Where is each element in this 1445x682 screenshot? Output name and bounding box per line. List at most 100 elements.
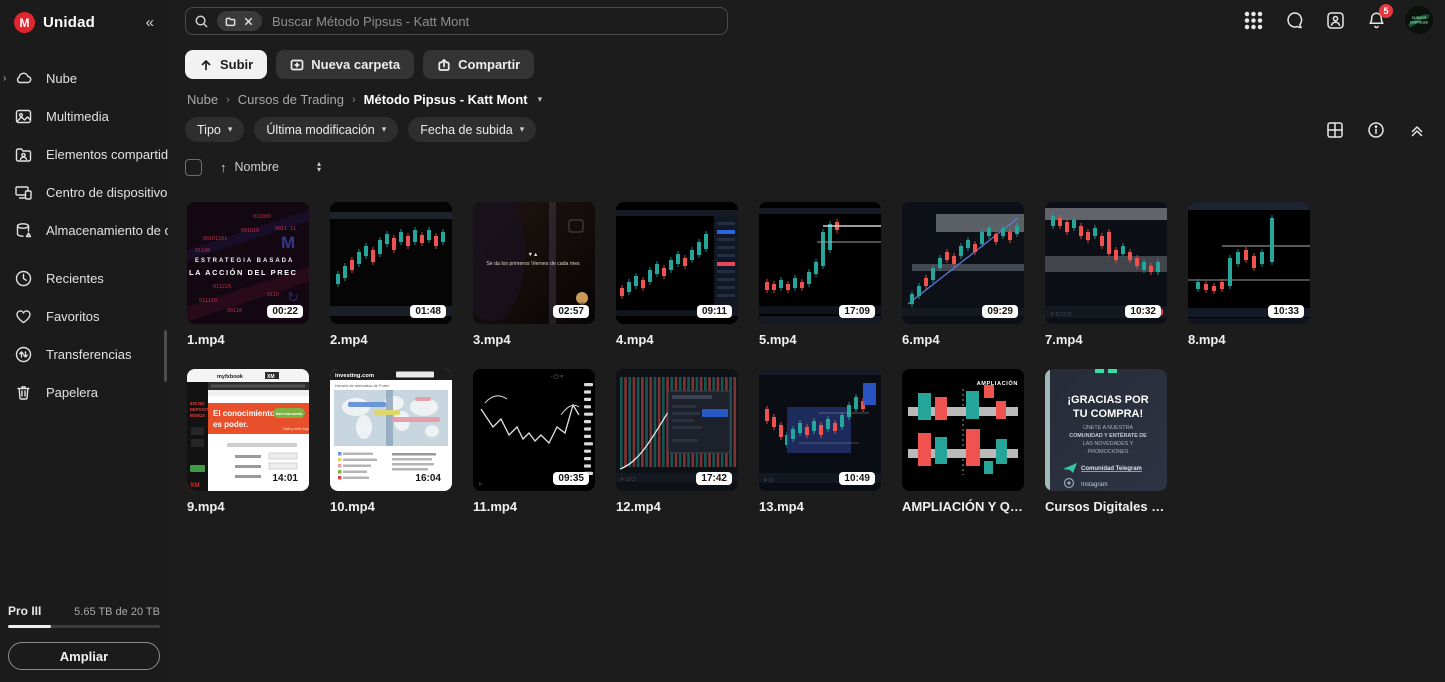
file-thumbnail[interactable]: - ▢ × ▷09:35 [473,369,595,491]
file-card[interactable]: ▼▲ Se da los primeros Viernes de cada me… [473,202,595,347]
sidebar-item-papelera[interactable]: Papelera [0,373,168,411]
file-thumbnail[interactable]: ▷ ▢ ▢ ▢10:32 [1045,202,1167,324]
file-thumbnail[interactable]: myfxbook XM $30 NO DEPOSIT BONUS XM El c… [187,369,309,491]
storage-progress-bar [8,625,160,628]
search-icon [194,14,209,29]
breadcrumb-cursos-de-trading[interactable]: Cursos de Trading [238,92,344,107]
file-card[interactable]: AMPLIACIÓN AMPLIACIÓN Y QUI... [902,369,1024,514]
file-name-label[interactable]: AMPLIACIÓN Y QUI... [902,499,1024,514]
search-scope-chip[interactable] [217,11,262,31]
search-bar[interactable]: Buscar Método Pipsus - Katt Mont [185,7,728,35]
sidebar-item-almacenamiento-objetos[interactable]: Almacenamiento de obj [0,211,168,249]
file-name-label[interactable]: 1.mp4 [187,332,309,347]
file-card[interactable]: 01:48 2.mp4 [330,202,452,347]
file-card[interactable]: 0110000011 11001011010010100110001122001… [187,202,309,347]
duration-badge: 17:09 [839,305,875,318]
sort-by-name[interactable]: Nombre [235,160,279,174]
file-name-label[interactable]: 10.mp4 [330,499,452,514]
sidebar-item-transferencias[interactable]: Transferencias [0,335,168,373]
media-icon [14,107,33,126]
file-card[interactable]: ▷ ▢ ▢ ▢10:32 7.mp4 [1045,202,1167,347]
file-thumbnail[interactable]: ¡GRACIAS POR TU COMPRA! ÚNETE A NUESTRA … [1045,369,1167,491]
filter-upload-date-chip[interactable]: Fecha de subida ▾ [408,117,536,142]
file-card[interactable]: 17:09 5.mp4 [759,202,881,347]
file-thumbnail[interactable]: 09:11 [616,202,738,324]
sidebar-item-recientes[interactable]: Recientes [0,259,168,297]
file-name-label[interactable]: 13.mp4 [759,499,881,514]
file-card[interactable]: ▷ ▢ ▢17:42 12.mp4 [616,369,738,514]
table-view-icon[interactable] [1323,118,1347,142]
select-all-checkbox[interactable] [185,159,202,176]
file-name-label[interactable]: Cursos Digitales 70... [1045,499,1167,514]
info-icon[interactable] [1364,118,1388,142]
chevron-down-icon: ▾ [228,124,233,135]
notifications-bell-icon[interactable]: 5 [1364,8,1388,32]
file-name-label[interactable]: 6.mp4 [902,332,1024,347]
sidebar-item-nube[interactable]: › Nube [0,59,168,97]
chevron-down-icon[interactable]: ▾ [538,94,543,105]
sidebar-item-centro-dispositivos[interactable]: Centro de dispositivos [0,173,168,211]
sidebar-item-label: Elementos compartidos [46,147,168,162]
file-thumbnail[interactable]: 10:33 [1188,202,1310,324]
file-thumbnail[interactable]: 09:29 [902,202,1024,324]
filter-modified-chip[interactable]: Última modificación ▾ [254,117,398,142]
share-button[interactable]: Compartir [423,50,534,79]
file-name-label[interactable]: 11.mp4 [473,499,595,514]
svg-text:LAS NOVEDADES Y: LAS NOVEDADES Y [1083,441,1134,447]
sidebar-item-multimedia[interactable]: Multimedia [0,97,168,135]
sidebar-scrollbar[interactable] [164,330,167,382]
contacts-icon[interactable] [1323,8,1347,32]
file-thumbnail[interactable]: 01:48 [330,202,452,324]
upgrade-button[interactable]: Ampliar [8,642,160,670]
svg-text:0011 11: 0011 11 [275,226,296,232]
collapse-sidebar-icon[interactable]: « [146,14,156,31]
file-thumbnail[interactable]: 0110000011 11001011010010100110001122001… [187,202,309,324]
chevron-right-icon[interactable]: › [3,73,6,84]
file-name-label[interactable]: 12.mp4 [616,499,738,514]
file-card[interactable]: investing.com Horario de mercados de For… [330,369,452,514]
shared-folder-icon [14,145,33,164]
file-card[interactable]: - ▢ × ▷09:35 11.mp4 [473,369,595,514]
file-thumbnail[interactable]: investing.com Horario de mercados de For… [330,369,452,491]
close-icon[interactable] [243,16,254,27]
user-avatar[interactable]: CURSOSDIGITALES [1405,6,1433,34]
breadcrumb-current-folder[interactable]: Método Pipsus - Katt Mont [364,92,528,107]
svg-text:ÚNETE A NUESTRA: ÚNETE A NUESTRA [1083,424,1133,431]
collapse-up-icon[interactable] [1405,118,1429,142]
file-card[interactable]: 10:33 8.mp4 [1188,202,1310,347]
sidebar-item-elementos-compartidos[interactable]: Elementos compartidos [0,135,168,173]
file-thumbnail[interactable]: ▷ ▢10:49 [759,369,881,491]
search-placeholder: Buscar Método Pipsus - Katt Mont [272,14,469,29]
sidebar-item-favoritos[interactable]: Favoritos [0,297,168,335]
new-folder-button[interactable]: Nueva carpeta [276,50,414,79]
filter-type-chip[interactable]: Tipo ▾ [185,117,244,142]
sort-direction-icon[interactable]: ↑ [220,160,227,175]
sort-toggle-icon[interactable]: ▴▾ [317,161,321,173]
duration-badge: 01:48 [410,305,446,318]
sidebar-item-label: Transferencias [46,347,132,362]
file-name-label[interactable]: 9.mp4 [187,499,309,514]
file-name-label[interactable]: 8.mp4 [1188,332,1310,347]
file-card[interactable]: ¡GRACIAS POR TU COMPRA! ÚNETE A NUESTRA … [1045,369,1167,514]
mega-logo-icon[interactable]: M [14,12,35,33]
breadcrumb-nube[interactable]: Nube [187,92,218,107]
apps-grid-icon[interactable] [1241,8,1265,32]
file-name-label[interactable]: 3.mp4 [473,332,595,347]
chat-icon[interactable] [1282,8,1306,32]
file-name-label[interactable]: 2.mp4 [330,332,452,347]
file-card[interactable]: 09:29 6.mp4 [902,202,1024,347]
file-thumbnail[interactable]: AMPLIACIÓN [902,369,1024,491]
file-name-label[interactable]: 7.mp4 [1045,332,1167,347]
sidebar-nav: › Nube Multimedia Elementos compartidos … [0,59,168,411]
upload-button[interactable]: Subir [185,50,267,79]
sidebar-item-label: Nube [46,71,77,86]
file-name-label[interactable]: 4.mp4 [616,332,738,347]
file-card[interactable]: myfxbook XM $30 NO DEPOSIT BONUS XM El c… [187,369,309,514]
file-name-label[interactable]: 5.mp4 [759,332,881,347]
file-card[interactable]: ▷ ▢10:49 13.mp4 [759,369,881,514]
file-card[interactable]: 09:11 4.mp4 [616,202,738,347]
file-thumbnail[interactable]: 17:09 [759,202,881,324]
svg-text:Instagram: Instagram [1081,482,1108,488]
file-thumbnail[interactable]: ▼▲ Se da los primeros Viernes de cada me… [473,202,595,324]
file-thumbnail[interactable]: ▷ ▢ ▢17:42 [616,369,738,491]
